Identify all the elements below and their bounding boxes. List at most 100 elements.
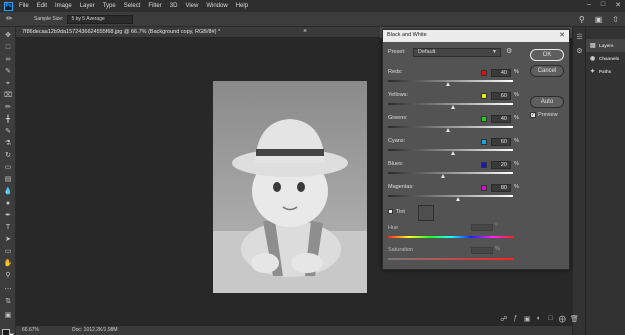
menu-filter[interactable]: Filter (148, 3, 161, 9)
crop-tool-icon[interactable]: ⌖ (3, 79, 13, 89)
menu-3d[interactable]: 3D (170, 3, 178, 9)
zoom-level[interactable]: 66.67% (22, 327, 39, 333)
reds-slider-thumb[interactable] (445, 82, 450, 86)
blues-unit: % (514, 161, 519, 167)
blues-value-input[interactable]: 20 (491, 161, 511, 169)
chevron-down-icon: ▼ (492, 49, 497, 55)
ok-button[interactable]: OK (530, 49, 564, 61)
reds-unit: % (514, 69, 519, 75)
move-tool-icon[interactable]: ✥ (3, 31, 13, 41)
cancel-button[interactable]: Cancel (530, 65, 564, 77)
zoom-tool-icon[interactable]: ⚲ (3, 271, 13, 281)
history-panel-icon[interactable]: ☰ (575, 33, 584, 42)
minimize-icon[interactable]: – (587, 1, 591, 9)
fx-icon[interactable]: ƒ (512, 315, 520, 322)
preset-label: Preset: (388, 49, 406, 55)
preview-checkbox[interactable]: ✓ (530, 112, 536, 118)
share-icon[interactable]: ⇧ (612, 15, 619, 24)
eyedropper-tool-icon[interactable]: ✏ (3, 103, 13, 113)
tab-channels[interactable]: ◉ Channels (586, 52, 625, 65)
yellows-slider-thumb[interactable] (450, 105, 455, 109)
preset-select[interactable]: Default ▼ (413, 48, 501, 57)
reds-slider-track[interactable] (388, 80, 513, 82)
type-tool-icon[interactable]: T (3, 223, 13, 233)
auto-button[interactable]: Auto (530, 96, 564, 108)
saturation-value-input[interactable] (471, 247, 493, 254)
hue-value-input[interactable] (471, 224, 493, 231)
eraser-tool-icon[interactable]: ▭ (3, 163, 13, 173)
menu-edit[interactable]: Edit (37, 3, 47, 9)
frame-tool-icon[interactable]: ⌧ (3, 91, 13, 101)
menu-type[interactable]: Type (103, 3, 116, 9)
dodge-tool-icon[interactable]: ● (3, 199, 13, 209)
brush-tool-icon[interactable]: ✎ (3, 127, 13, 137)
search-icon[interactable]: ⚲ (579, 15, 585, 24)
greens-value-input[interactable]: 40 (491, 115, 511, 123)
menu-view[interactable]: View (185, 3, 198, 9)
marquee-tool-icon[interactable]: □ (3, 43, 13, 53)
saturation-slider-track[interactable] (388, 258, 513, 260)
lasso-tool-icon[interactable]: ∞ (3, 55, 13, 65)
group-icon[interactable]: □ (547, 315, 555, 322)
gear-icon[interactable]: ⚙ (506, 47, 512, 55)
document-tab[interactable]: 7f86decaa12b9da1572436624555f68.jpg @ 66… (16, 27, 380, 38)
greens-slider-track[interactable] (388, 126, 513, 128)
magentas-slider-thumb[interactable] (455, 197, 460, 201)
menu-window[interactable]: Window (206, 3, 227, 9)
pen-tool-icon[interactable]: ✒ (3, 211, 13, 221)
dialog-titlebar[interactable]: Black and White ✕ (383, 30, 569, 42)
tab-paths[interactable]: ✦ Paths (586, 65, 625, 78)
blur-tool-icon[interactable]: 💧 (3, 187, 13, 197)
gradient-tool-icon[interactable]: ▤ (3, 175, 13, 185)
foreground-color-swatch[interactable] (2, 329, 10, 335)
close-icon[interactable]: ✕ (615, 1, 621, 9)
tint-color-swatch[interactable] (418, 205, 434, 221)
layers-icon: ▤ (590, 43, 596, 49)
document-tab-title: 7f86decaa12b9da1572436624555f68.jpg @ 66… (22, 29, 221, 35)
menu-help[interactable]: Help (236, 3, 248, 9)
magentas-slider-track[interactable] (388, 195, 513, 197)
greens-slider-thumb[interactable] (445, 128, 450, 132)
trash-icon[interactable]: 🗑 (570, 315, 579, 323)
channels-icon: ◉ (590, 56, 596, 62)
photoshop-logo-icon: Ps (4, 1, 13, 11)
maximize-icon[interactable]: □ (601, 1, 605, 9)
stamp-tool-icon[interactable]: ⚗ (3, 139, 13, 149)
healing-tool-icon[interactable]: ╋ (3, 115, 13, 125)
blues-slider-thumb[interactable] (440, 174, 445, 178)
magentas-value-input[interactable]: 80 (491, 184, 511, 192)
menu-file[interactable]: File (19, 3, 29, 9)
properties-panel-icon[interactable]: ⚙ (575, 47, 584, 56)
link-icon[interactable]: ☍ (500, 315, 508, 323)
quick-select-tool-icon[interactable]: ✎ (3, 67, 13, 77)
close-tab-icon[interactable]: × (303, 28, 307, 35)
menu-layer[interactable]: Layer (80, 3, 95, 9)
reds-value-input[interactable]: 40 (491, 69, 511, 77)
yellows-value-input[interactable]: 60 (491, 92, 511, 100)
black-and-white-dialog: Black and White ✕ Preset: Default ▼ ⚙ OK… (382, 29, 570, 270)
mask-icon[interactable]: ▣ (523, 315, 531, 323)
menu-select[interactable]: Select (124, 3, 141, 9)
close-icon[interactable]: ✕ (559, 31, 565, 39)
document-image[interactable] (213, 81, 367, 293)
sample-size-select[interactable]: 5 by 5 Average (67, 14, 134, 24)
tint-checkbox[interactable] (388, 209, 393, 214)
new-layer-icon[interactable]: ⨁ (558, 315, 566, 323)
edit-toolbar-icon[interactable]: ⇅ (3, 297, 13, 307)
cyans-slider-thumb[interactable] (450, 151, 455, 155)
adjustment-icon[interactable]: ◐ (535, 315, 543, 322)
history-brush-tool-icon[interactable]: ↻ (3, 151, 13, 161)
eyedropper-icon[interactable]: ✏ (6, 14, 18, 24)
blues-slider-track[interactable] (388, 172, 513, 174)
hue-slider-track[interactable] (388, 236, 513, 238)
cyans-value-input[interactable]: 60 (491, 138, 511, 146)
menu-image[interactable]: Image (55, 3, 72, 9)
more-tools-icon[interactable]: ⋯ (3, 285, 13, 295)
hand-tool-icon[interactable]: ✋ (3, 259, 13, 269)
path-select-tool-icon[interactable]: ➤ (3, 235, 13, 245)
quick-mask-icon[interactable]: ▣ (3, 311, 13, 321)
workspace-icon[interactable]: ▣ (595, 15, 603, 24)
document-size[interactable]: Doc: 1012.2K/1.98M (72, 327, 118, 333)
tab-layers[interactable]: ▤ Layers (586, 39, 625, 52)
shape-tool-icon[interactable]: ▭ (3, 247, 13, 257)
